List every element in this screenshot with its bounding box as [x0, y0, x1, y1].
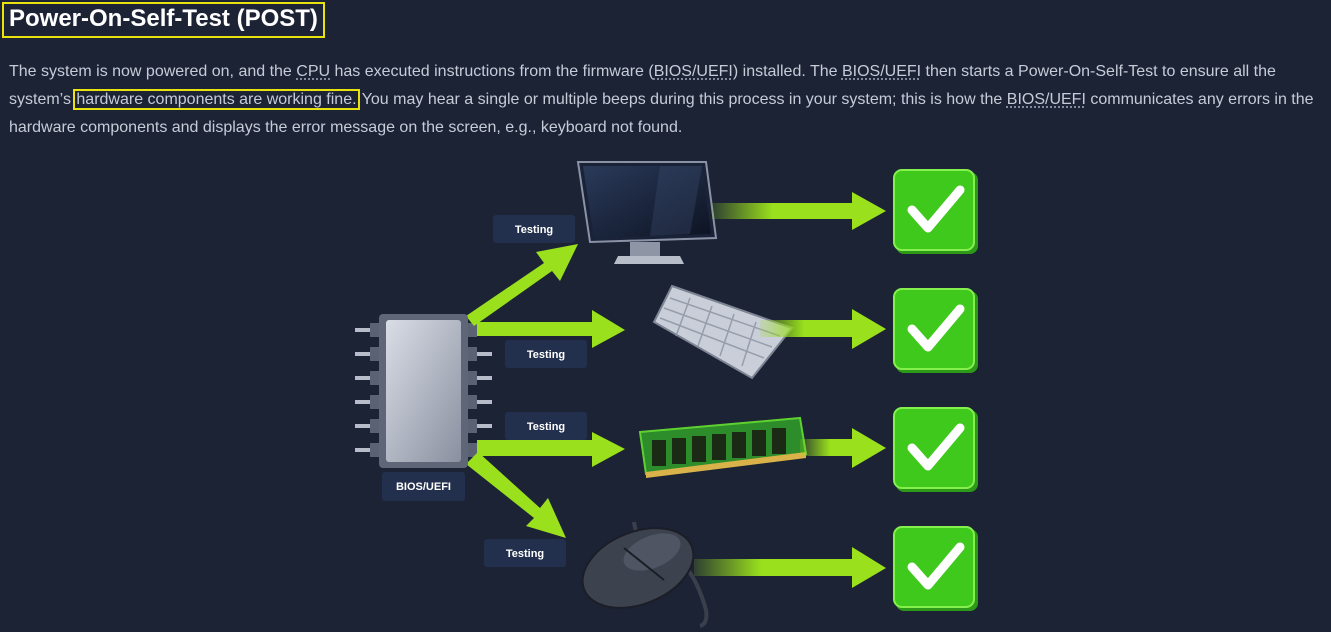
check-icon: [893, 288, 978, 373]
paragraph-text: has executed instructions from the firmw…: [330, 63, 654, 80]
arrow-to-mouse: [466, 452, 566, 538]
abbr-bios-uefi[interactable]: BIOS/UEFI: [842, 63, 921, 80]
arrow-monitor-check: [712, 192, 886, 230]
svg-text:Testing: Testing: [506, 548, 544, 560]
check-icon: [893, 407, 978, 492]
testing-label-monitor: Testing: [493, 215, 575, 243]
page-title-box: Power-On-Self-Test (POST): [2, 2, 325, 38]
arrows-from-chip: [466, 244, 625, 538]
paragraph-text: The system is now powered on, and the: [9, 63, 297, 80]
arrow-mouse-check: [694, 547, 886, 588]
mouse-icon: [581, 521, 709, 628]
paragraph-text: You may hear a single or multiple beeps …: [357, 91, 1007, 108]
highlighted-text: hardware components are working fine.: [73, 89, 360, 110]
testing-label-ram: Testing: [505, 412, 587, 440]
paragraph-text: ) installed. The: [732, 63, 842, 80]
svg-text:Testing: Testing: [515, 224, 553, 236]
check-icon: [893, 169, 978, 254]
monitor-icon: [576, 161, 718, 264]
svg-text:Testing: Testing: [527, 349, 565, 361]
intro-paragraph: The system is now powered on, and the CP…: [9, 58, 1327, 142]
arrow-to-monitor: [466, 244, 578, 326]
arrows-to-checks: [694, 192, 886, 588]
testing-label-mouse: Testing: [484, 539, 566, 567]
ram-icon: [638, 416, 808, 478]
chip-label: BIOS/UEFI: [382, 472, 465, 501]
post-diagram: BIOS/UEFI Testing Testing Testing Testin…: [355, 161, 978, 628]
chip-label-text: BIOS/UEFI: [396, 481, 451, 493]
svg-text:Testing: Testing: [527, 421, 565, 433]
abbr-bios-uefi[interactable]: BIOS/UEFI: [654, 63, 733, 80]
testing-label-keyboard: Testing: [505, 340, 587, 368]
arrow-ram-check: [800, 428, 886, 468]
abbr-bios-uefi[interactable]: BIOS/UEFI: [1007, 91, 1086, 108]
page-title: Power-On-Self-Test (POST): [9, 5, 318, 32]
abbr-cpu[interactable]: CPU: [296, 63, 330, 80]
bios-chip: [379, 314, 468, 468]
check-icon: [893, 526, 978, 611]
